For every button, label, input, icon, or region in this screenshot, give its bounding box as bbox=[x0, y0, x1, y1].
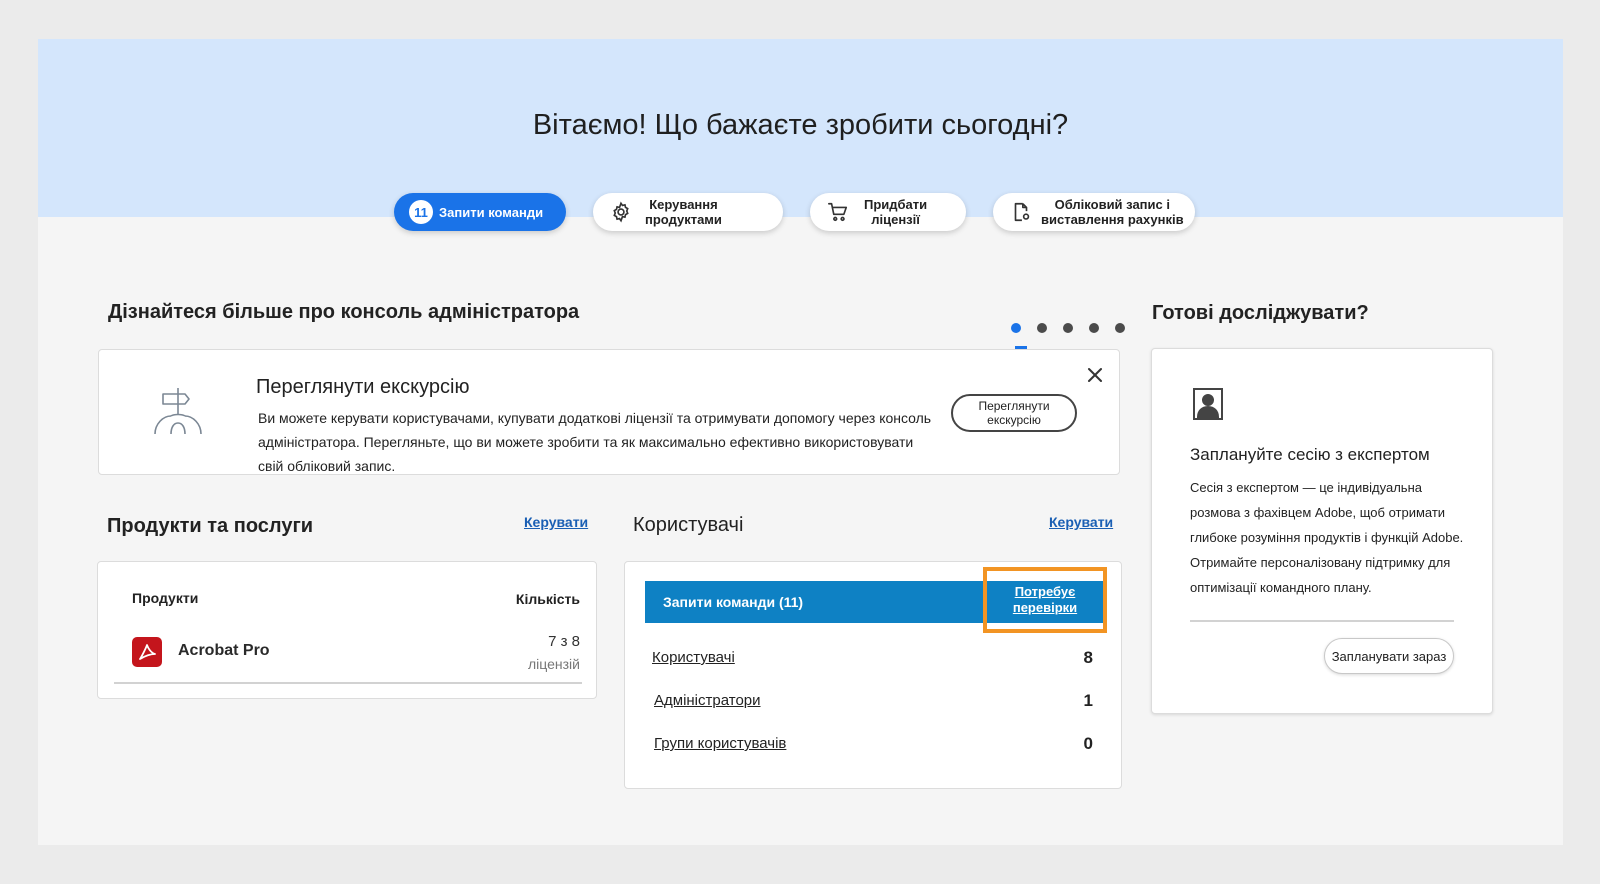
expert-text-line1: Сесія з експертом — це індивідуальна bbox=[1190, 480, 1422, 495]
account-billing-button[interactable]: Обліковий запис і виставлення рахунків bbox=[993, 193, 1195, 231]
account-billing-label: Обліковий запис і виставлення рахунків bbox=[1041, 197, 1184, 227]
product-quantity: 7 з 8 ліцензій bbox=[528, 631, 580, 675]
tour-description-line1: Ви можете керувати користувачами, купува… bbox=[258, 410, 932, 426]
expert-text-line4: Отримайте персоналізовану підтримку для bbox=[1190, 555, 1451, 570]
buy-licenses-line2: ліцензії bbox=[871, 212, 920, 227]
quantity-column-header: Кількість bbox=[515, 591, 580, 607]
schedule-now-button[interactable]: Запланувати зараз bbox=[1324, 638, 1454, 674]
needs-review-highlight: Потребує перевірки bbox=[983, 567, 1107, 633]
manage-products-button[interactable]: Керування продуктами bbox=[593, 193, 783, 231]
carousel-pagination bbox=[1011, 323, 1125, 333]
products-divider bbox=[114, 682, 582, 684]
manage-products-line1: Керування bbox=[649, 197, 718, 212]
carousel-dot-2[interactable] bbox=[1037, 323, 1047, 333]
signpost-icon bbox=[151, 384, 205, 443]
account-billing-line2: виставлення рахунків bbox=[1041, 212, 1184, 227]
needs-review-line2: перевірки bbox=[1012, 600, 1078, 615]
view-tour-button[interactable]: Переглянути екскурсію bbox=[951, 394, 1077, 432]
acrobat-icon bbox=[132, 637, 162, 672]
close-icon[interactable] bbox=[1084, 364, 1106, 386]
needs-review-line1: Потребує bbox=[1014, 584, 1076, 599]
gear-icon bbox=[609, 200, 633, 224]
expert-divider bbox=[1190, 620, 1454, 622]
carousel-dot-5[interactable] bbox=[1115, 323, 1125, 333]
cart-icon bbox=[826, 200, 850, 224]
view-tour-button-line2: екскурсію bbox=[987, 413, 1041, 427]
tour-card: Переглянути екскурсію Ви можете керувати… bbox=[98, 349, 1120, 475]
carousel-dot-3[interactable] bbox=[1063, 323, 1073, 333]
products-section-title: Продукти та послуги bbox=[107, 515, 314, 537]
explore-section-title: Готові досліджувати? bbox=[1152, 302, 1369, 324]
product-name: Acrobat Pro bbox=[178, 642, 270, 659]
users-count: 8 bbox=[1083, 648, 1093, 667]
tour-description: Ви можете керувати користувачами, купува… bbox=[258, 406, 948, 478]
team-requests-bar: Запити команди (11) Потребує перевірки bbox=[645, 567, 1107, 633]
products-card: Продукти Кількість Acrobat Pro 7 з 8 ліц… bbox=[97, 561, 597, 699]
expert-text-line3: глибоке розуміння продуктів і функцій Ad… bbox=[1190, 530, 1464, 545]
view-tour-button-label: Переглянути екскурсію bbox=[978, 399, 1049, 427]
users-link[interactable]: Користувачі bbox=[652, 649, 735, 666]
users-manage-link[interactable]: Керувати bbox=[1049, 514, 1113, 530]
account-billing-line1: Обліковий запис і bbox=[1054, 197, 1170, 212]
view-tour-button-line1: Переглянути bbox=[978, 399, 1050, 413]
team-requests-button[interactable]: 11 Запити команди bbox=[394, 193, 566, 231]
tour-description-line2: адміністратора. Перегляньте, що ви может… bbox=[258, 434, 914, 450]
buy-licenses-button[interactable]: Придбати ліцензії bbox=[810, 193, 966, 231]
user-groups-link[interactable]: Групи користувачів bbox=[654, 735, 786, 752]
users-card: Запити команди (11) Потребує перевірки К… bbox=[624, 561, 1122, 789]
learn-section-title: Дізнайтеся більше про консоль адміністра… bbox=[108, 301, 580, 323]
manage-products-label: Керування продуктами bbox=[645, 197, 722, 227]
product-quantity-unit: ліцензій bbox=[527, 656, 580, 672]
product-quantity-value: 7 з 8 bbox=[548, 633, 580, 650]
needs-review-link[interactable]: Потребує перевірки bbox=[1013, 584, 1077, 616]
expert-session-card: Заплануйте сесію з експертом Сесія з екс… bbox=[1151, 348, 1493, 714]
carousel-dot-4[interactable] bbox=[1089, 323, 1099, 333]
carousel-dot-1[interactable] bbox=[1011, 323, 1021, 333]
manage-products-line2: продуктами bbox=[645, 212, 722, 227]
buy-licenses-label: Придбати ліцензії bbox=[864, 197, 927, 227]
hero-title: Вітаємо! Що бажаєте зробити сьогодні? bbox=[532, 109, 1069, 141]
admins-link[interactable]: Адміністратори bbox=[654, 692, 761, 709]
expert-text-line5: оптимізації командного плану. bbox=[1190, 580, 1372, 595]
user-groups-count: 0 bbox=[1083, 734, 1093, 753]
admin-console-home: Вітаємо! Що бажаєте зробити сьогодні? 11… bbox=[38, 39, 1563, 845]
team-requests-count-badge: 11 bbox=[409, 200, 433, 224]
team-requests-label: Запити команди bbox=[439, 204, 544, 220]
expert-text-line2: розмова з фахівцем Adobe, щоб отримати bbox=[1190, 505, 1446, 520]
users-section-title: Користувачі bbox=[633, 514, 744, 536]
buy-licenses-line1: Придбати bbox=[864, 197, 928, 212]
tour-description-line3: свій обліковий запис. bbox=[258, 458, 396, 474]
expert-card-description: Сесія з експертом — це індивідуальна роз… bbox=[1190, 475, 1480, 600]
tour-title: Переглянути екскурсію bbox=[256, 376, 470, 398]
team-requests-bar-label[interactable]: Запити команди (11) bbox=[663, 594, 803, 610]
hero-banner: Вітаємо! Що бажаєте зробити сьогодні? bbox=[38, 39, 1563, 217]
products-column-header: Продукти bbox=[132, 590, 199, 606]
admins-count: 1 bbox=[1083, 691, 1093, 710]
expert-portrait-icon bbox=[1192, 387, 1224, 426]
products-manage-link[interactable]: Керувати bbox=[524, 514, 588, 530]
expert-card-title: Заплануйте сесію з експертом bbox=[1190, 445, 1430, 464]
document-gear-icon bbox=[1009, 200, 1033, 224]
